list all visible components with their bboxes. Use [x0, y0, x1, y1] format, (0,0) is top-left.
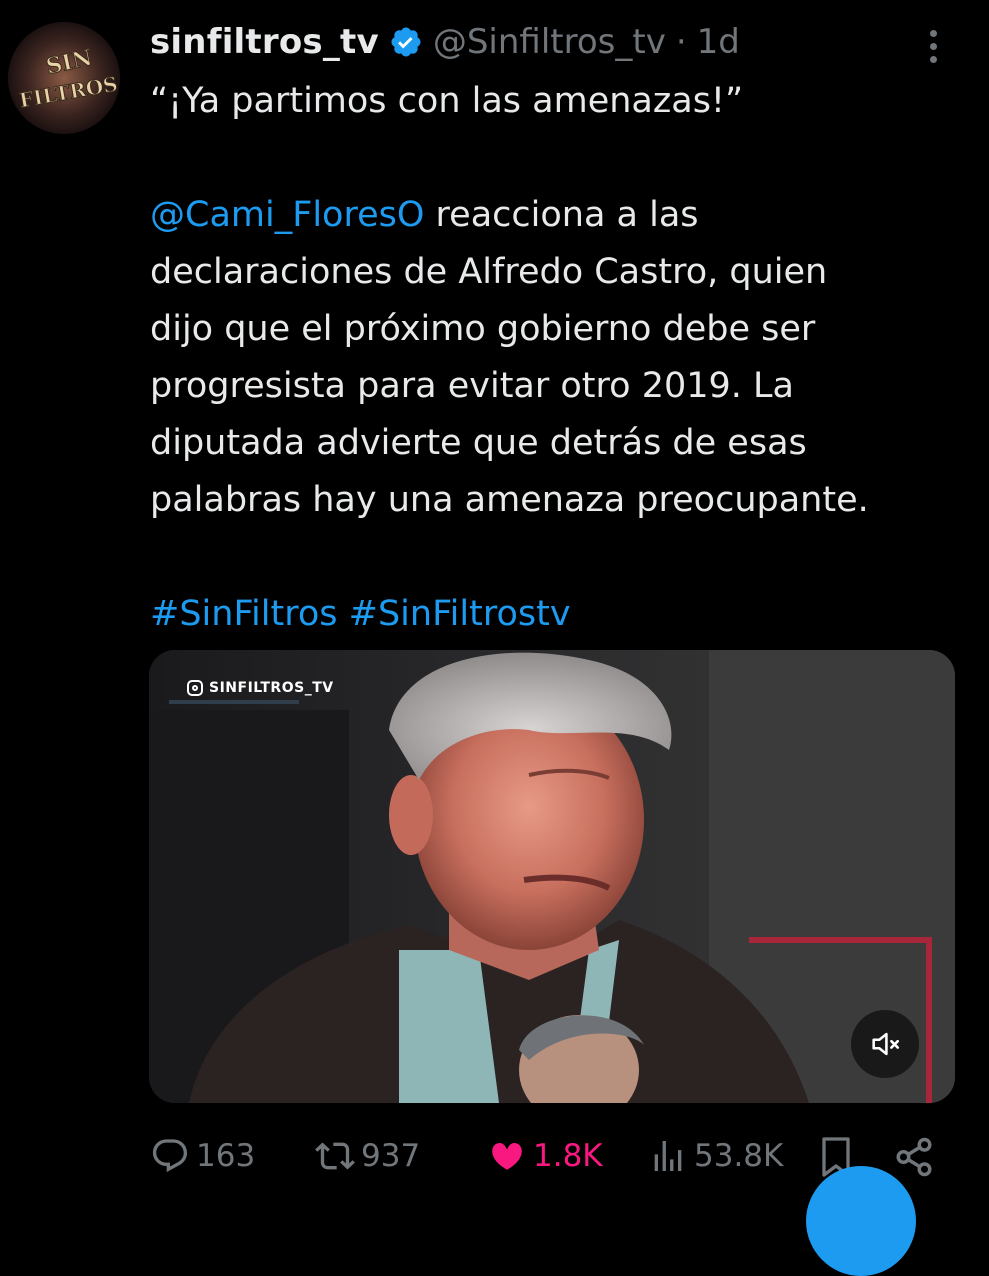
views-bar-chart-icon — [654, 1141, 682, 1171]
verified-badge-icon[interactable] — [389, 25, 423, 59]
instagram-icon — [187, 680, 203, 696]
watermark-text: SINFILTROS_TV — [209, 680, 334, 696]
body-line-3: dijo que el próximo gobierno debe ser — [150, 309, 816, 349]
hashtag-sinfiltrostv[interactable]: #SinFiltrostv — [349, 594, 571, 634]
video-frame — [149, 650, 955, 1103]
video-watermark: SINFILTROS_TV — [187, 680, 334, 696]
unmute-button[interactable] — [851, 1010, 919, 1078]
speaker-muted-icon — [872, 1032, 900, 1056]
heart-filled-icon — [492, 1143, 522, 1170]
tweet[interactable]: SIN FILTROS sinfiltros_tv @Sinfiltros_tv… — [0, 0, 989, 1276]
author-display-name[interactable]: sinfiltros_tv — [150, 22, 379, 62]
hashtag-sinfiltros[interactable]: #SinFiltros — [150, 594, 337, 634]
tweet-header: sinfiltros_tv @Sinfiltros_tv · 1d — [150, 18, 740, 66]
mention-link[interactable]: @Cami_FloresO — [150, 195, 424, 235]
like-count: 1.8K — [533, 1138, 603, 1174]
author-handle[interactable]: @Sinfiltros_tv — [433, 22, 666, 62]
body-line-1-text: reacciona a las — [424, 195, 699, 235]
video-player[interactable]: SINFILTROS_TV — [149, 650, 955, 1103]
tweet-text: “¡Ya partimos con las amenazas!” @Cami_F… — [150, 73, 950, 643]
body-line-5: diputada advierte que detrás de esas — [150, 423, 807, 463]
body-line-6: palabras hay una amenaza preocupante. — [150, 480, 869, 520]
more-options-icon[interactable] — [918, 22, 948, 70]
body-line-1: @Cami_FloresO reacciona a las — [150, 187, 950, 244]
reply-button[interactable]: 163 — [150, 1128, 255, 1184]
avatar-logo: SIN FILTROS — [8, 22, 120, 134]
reply-icon — [152, 1139, 188, 1173]
compose-fab-button[interactable] — [806, 1166, 916, 1276]
hashtags-line: #SinFiltros #SinFiltrostv — [150, 586, 950, 643]
body-line-2: declaraciones de Alfredo Castro, quien — [150, 252, 828, 292]
views-count: 53.8K — [694, 1138, 784, 1174]
author-avatar[interactable]: SIN FILTROS — [8, 22, 120, 134]
repost-icon — [315, 1142, 355, 1170]
views-button[interactable]: 53.8K — [648, 1128, 783, 1184]
separator-dot: · — [675, 22, 687, 62]
repost-count: 937 — [361, 1138, 421, 1174]
like-button[interactable]: 1.8K — [487, 1128, 603, 1184]
reply-count: 163 — [196, 1138, 256, 1174]
repost-button[interactable]: 937 — [315, 1128, 420, 1184]
quote-line: “¡Ya partimos con las amenazas!” — [150, 81, 744, 121]
body-line-4: progresista para evitar otro 2019. La — [150, 366, 794, 406]
share-icon[interactable] — [893, 1136, 935, 1178]
timestamp[interactable]: 1d — [697, 22, 740, 62]
